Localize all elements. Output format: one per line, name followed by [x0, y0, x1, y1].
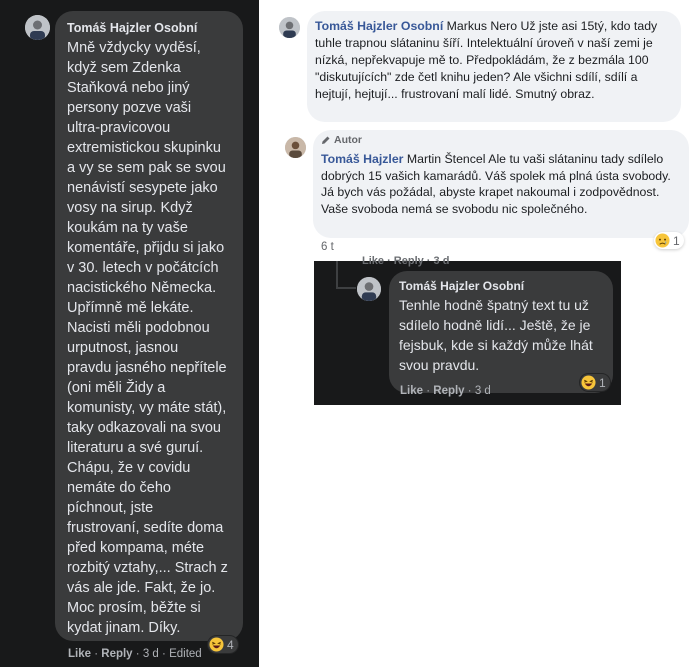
- comment-bubble: Tomáš Hajzler Osobní Tenhle hodně špatný…: [389, 271, 613, 393]
- thread-line: [336, 287, 356, 289]
- avatar[interactable]: [357, 277, 381, 301]
- edited-label[interactable]: Edited: [169, 648, 202, 660]
- haha-emoji-icon: [581, 375, 596, 390]
- comment-time[interactable]: 3 d: [143, 648, 159, 660]
- mention[interactable]: Markus Nero: [447, 19, 517, 33]
- comment-bubble: Tomáš Hajzler Osobní Mně vždycky vyděsí,…: [55, 11, 243, 641]
- comment-author[interactable]: Tomáš Hajzler Osobní: [399, 279, 524, 293]
- comment-bubble: Autor Tomáš Hajzler Martin Štencel Ale t…: [313, 130, 689, 238]
- comment-author[interactable]: Tomáš Hajzler Osobní: [315, 19, 443, 33]
- comment-author[interactable]: Tomáš Hajzler: [321, 152, 403, 166]
- comment-time[interactable]: 3 d: [475, 385, 491, 397]
- comment-actions: Like · Reply · 3 d · Edited: [68, 648, 202, 660]
- pen-icon: [322, 136, 330, 144]
- avatar[interactable]: [25, 15, 50, 40]
- like-link[interactable]: Like: [400, 385, 423, 397]
- badge-label: Autor: [334, 134, 362, 146]
- reaction-summary[interactable]: 1: [580, 374, 610, 391]
- avatar-image: [25, 15, 50, 40]
- comment-body: Tomáš Hajzler Osobní Markus Nero Už jste…: [315, 18, 675, 103]
- thread-line: [336, 261, 338, 289]
- comment-time[interactable]: 6 t: [321, 241, 334, 253]
- comment-text: Mně vždycky vyděsí, když sem Zdenka Staň…: [67, 40, 228, 636]
- comment-author[interactable]: Tomáš Hajzler Osobní: [67, 21, 197, 35]
- reaction-count: 1: [673, 233, 680, 248]
- separator: ·: [467, 385, 472, 397]
- comment-bubble: Tomáš Hajzler Osobní Markus Nero Už jste…: [307, 11, 681, 122]
- avatar-image: [357, 277, 381, 301]
- reaction-summary[interactable]: 1: [654, 232, 684, 249]
- sad-emoji-icon: [655, 233, 670, 248]
- reaction-summary[interactable]: 4: [208, 636, 238, 653]
- separator: ·: [162, 648, 166, 660]
- cropped-comment-actions: Like · Reply · 3 d: [362, 255, 450, 267]
- comment-actions: Like · Reply · 3 d: [400, 385, 491, 397]
- comment-body: Tomáš Hajzler Martin Štencel Ale tu vaši…: [321, 151, 681, 217]
- avatar[interactable]: [279, 17, 300, 38]
- reply-link[interactable]: Reply: [101, 648, 132, 660]
- mention[interactable]: Martin Štencel: [407, 152, 486, 166]
- avatar-image: [279, 17, 300, 38]
- separator: ·: [426, 385, 431, 397]
- haha-emoji-icon: [209, 637, 224, 652]
- comment-text: Tenhle hodně špatný text tu už sdílelo h…: [399, 297, 593, 373]
- reaction-count: 1: [599, 375, 606, 390]
- separator: ·: [135, 648, 140, 660]
- separator: ·: [94, 648, 99, 660]
- reaction-count: 4: [227, 637, 234, 652]
- author-badge: Autor: [321, 134, 362, 146]
- avatar-image: [285, 137, 306, 158]
- avatar[interactable]: [285, 137, 306, 158]
- reply-link[interactable]: Reply: [433, 385, 464, 397]
- like-link[interactable]: Like: [68, 648, 91, 660]
